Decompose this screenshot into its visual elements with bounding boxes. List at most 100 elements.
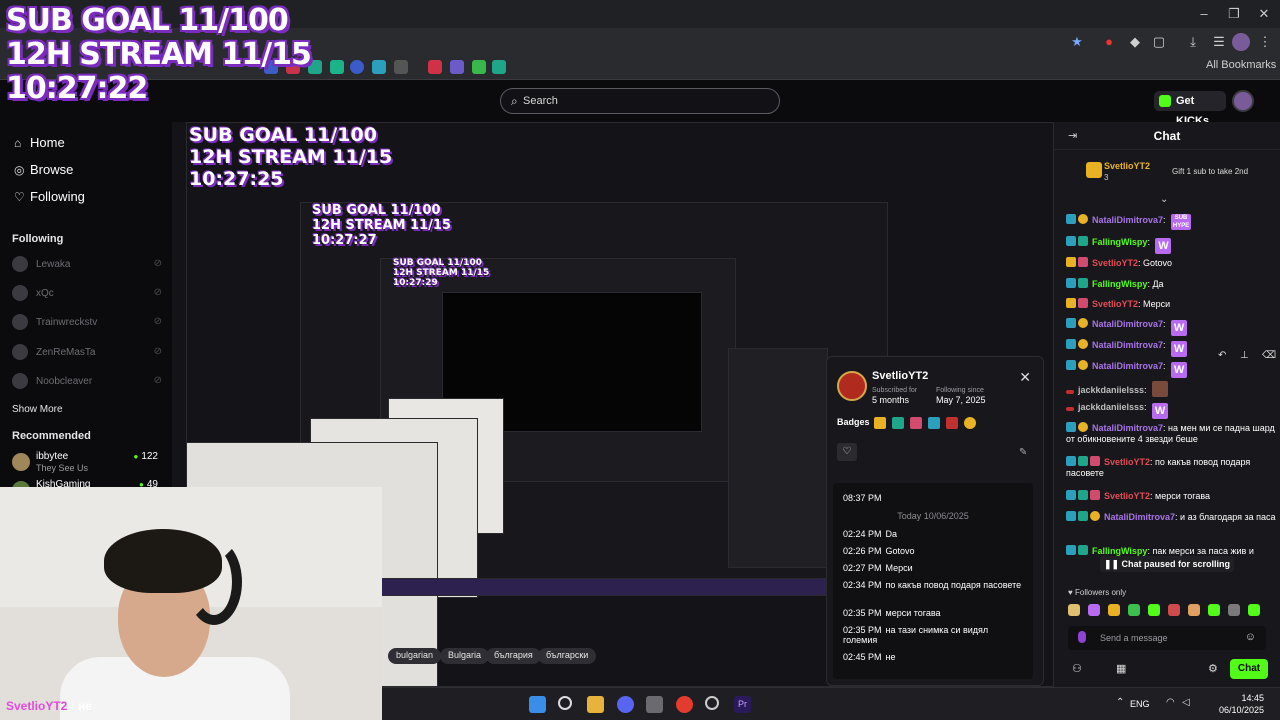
chat-message-input[interactable]: Send a message ☺ — [1068, 626, 1266, 650]
get-kicks-button[interactable]: Get KICKs — [1154, 91, 1226, 127]
emote-icon[interactable] — [1168, 604, 1180, 616]
bookmark-icon[interactable] — [330, 60, 344, 74]
stream-tag[interactable]: Bulgaria — [440, 648, 490, 664]
avatar — [12, 453, 30, 471]
search-icon[interactable] — [558, 696, 572, 710]
chat-message[interactable]: NataliDimitrova7: и аз благодаря за паса — [1066, 511, 1276, 523]
recommended-item[interactable]: KishGaming49 — [12, 479, 162, 487]
emote-icon[interactable] — [1068, 604, 1080, 616]
bookmark-icon[interactable] — [472, 60, 486, 74]
chat-message[interactable]: FallingWispy: Да — [1066, 278, 1276, 290]
emote-icon[interactable] — [1228, 604, 1240, 616]
chat-message[interactable]: SvetlioYT2: мерси тогава — [1066, 490, 1276, 502]
pinned-gifter[interactable]: SvetlioYT2 3 Gift 1 sub to take 2nd — [1064, 156, 1274, 190]
volume-icon[interactable]: ◁ — [1182, 697, 1190, 708]
log-line: 02:35 PM мерси тогава — [843, 608, 941, 618]
chat-message[interactable]: NataliDimitrova7: SUB HYPE — [1066, 214, 1276, 230]
bookmark-icon[interactable] — [492, 60, 506, 74]
log-line: 02:24 PM Da — [843, 529, 898, 539]
store-icon[interactable]: ▦ — [1116, 662, 1126, 675]
close-icon[interactable]: ✕ — [1019, 369, 1031, 386]
stream-tag[interactable]: българия — [486, 648, 541, 664]
language-indicator[interactable]: ENG — [1130, 699, 1150, 709]
nav-browse[interactable]: ◎ Browse — [14, 162, 73, 177]
chat-message[interactable]: jackkdaniielsss: W — [1066, 402, 1276, 419]
chat-message[interactable]: NataliDimitrova7: W — [1066, 360, 1276, 378]
emote-icon[interactable] — [1148, 604, 1160, 616]
stream-tag[interactable]: български — [538, 648, 597, 664]
webcam-feed — [0, 487, 382, 720]
tab-search-icon[interactable]: ☰ — [1210, 33, 1228, 51]
emote-icon[interactable] — [1088, 604, 1100, 616]
nested-overlay: SUB GOAL 11/100 12H STREAM 11/15 10:27:2… — [312, 203, 452, 248]
puzzle-icon[interactable]: ▢ — [1150, 33, 1168, 51]
emote-icon[interactable] — [1188, 604, 1200, 616]
chat-message[interactable]: FallingWispy: W — [1066, 236, 1276, 254]
wifi-icon[interactable]: ◠ — [1166, 697, 1175, 708]
reply-icon[interactable]: ↶ — [1218, 350, 1226, 361]
emoji-icon[interactable]: ☺ — [1245, 631, 1256, 643]
send-chat-button[interactable]: Chat — [1230, 659, 1268, 679]
chevron-up-icon[interactable]: ⌃ — [1116, 697, 1124, 708]
following-item[interactable]: Lewaka ⊘ — [12, 256, 162, 274]
trash-icon[interactable]: ⌫ — [1262, 350, 1276, 361]
search-input[interactable]: ⌕ Search — [500, 88, 780, 114]
user-card-name[interactable]: SvetlioYT2 — [872, 370, 928, 382]
chrome-icon[interactable] — [676, 696, 693, 713]
emote-icon[interactable] — [1128, 604, 1140, 616]
close-icon[interactable]: ✕ — [1256, 6, 1272, 22]
chat-settings-users-icon[interactable]: ⚇ — [1072, 662, 1082, 675]
nav-home[interactable]: ⌂ Home — [14, 135, 65, 150]
premiere-icon[interactable]: Pr — [734, 696, 751, 713]
file-explorer-icon[interactable] — [587, 696, 604, 713]
following-item[interactable]: Noobcleaver ⊘ — [12, 373, 162, 391]
start-icon[interactable] — [529, 696, 546, 713]
chat-paused-banner[interactable]: ❚❚ Chat paused for scrolling — [1100, 556, 1234, 572]
w-emote: W — [1155, 238, 1172, 254]
download-icon[interactable]: ⤓ — [1184, 33, 1202, 51]
log-line: 02:34 PM по какъв повод подаря пасовете — [843, 580, 1022, 590]
bookmark-icon[interactable] — [428, 60, 442, 74]
nav-following[interactable]: ♡ Following — [14, 189, 85, 204]
gear-icon[interactable]: ⚙ — [1208, 662, 1218, 675]
emote-icon[interactable] — [1248, 604, 1260, 616]
extension-icon[interactable]: ◆ — [1126, 33, 1144, 51]
bookmark-icon[interactable] — [372, 60, 386, 74]
extension-icon[interactable]: ● — [1100, 33, 1118, 51]
clock-date[interactable]: 06/10/2025 — [1208, 705, 1264, 715]
all-bookmarks[interactable]: All Bookmarks — [1206, 59, 1276, 71]
emote-icon[interactable] — [1208, 604, 1220, 616]
calculator-icon[interactable] — [646, 696, 663, 713]
nested-taskbar — [380, 578, 888, 596]
bookmark-icon[interactable] — [350, 60, 364, 74]
microphone-icon[interactable] — [1078, 631, 1086, 643]
recommended-item[interactable]: ibbyteeThey See Us122 — [12, 451, 162, 479]
stream-tag[interactable]: bulgarian — [388, 648, 442, 664]
chevron-down-icon[interactable]: ⌄ — [1160, 194, 1168, 205]
bookmark-icon[interactable] — [394, 60, 408, 74]
following-item[interactable]: ZenReMasTa ⊘ — [12, 344, 162, 362]
star-icon[interactable]: ★ — [1068, 33, 1086, 51]
discord-icon[interactable] — [617, 696, 634, 713]
follow-heart-button[interactable]: ♡ — [837, 443, 857, 461]
following-item[interactable]: xQc ⊘ — [12, 285, 162, 303]
profile-avatar[interactable] — [1232, 33, 1250, 51]
chat-message[interactable]: SvetlioYT2: по какъв повод подаря пасове… — [1066, 456, 1276, 479]
emote-icon[interactable] — [1108, 604, 1120, 616]
bookmark-icon[interactable] — [450, 60, 464, 74]
chat-message[interactable]: SvetlioYT2: Gotovo — [1066, 257, 1276, 269]
menu-icon[interactable]: ⋮ — [1256, 33, 1274, 51]
following-item[interactable]: Trainwreckstv ⊘ — [12, 314, 162, 332]
minimize-icon[interactable]: – — [1196, 6, 1212, 22]
chat-message[interactable]: SvetlioYT2: Мерси — [1066, 298, 1276, 310]
pin-icon[interactable]: ✎ — [1019, 447, 1027, 458]
show-more-link[interactable]: Show More — [12, 404, 63, 415]
clock-time[interactable]: 14:45 — [1224, 693, 1264, 703]
user-avatar[interactable] — [1232, 90, 1254, 112]
chat-message[interactable]: NataliDimitrova7: на мен ми се падна шар… — [1066, 422, 1276, 445]
app-icon[interactable] — [705, 696, 719, 710]
chat-message[interactable]: jackkdaniielsss: — [1066, 381, 1276, 397]
pin-icon[interactable]: ⊥ — [1240, 350, 1249, 361]
maximize-icon[interactable]: ❐ — [1226, 6, 1242, 22]
chat-message[interactable]: NataliDimitrova7: W — [1066, 318, 1276, 336]
